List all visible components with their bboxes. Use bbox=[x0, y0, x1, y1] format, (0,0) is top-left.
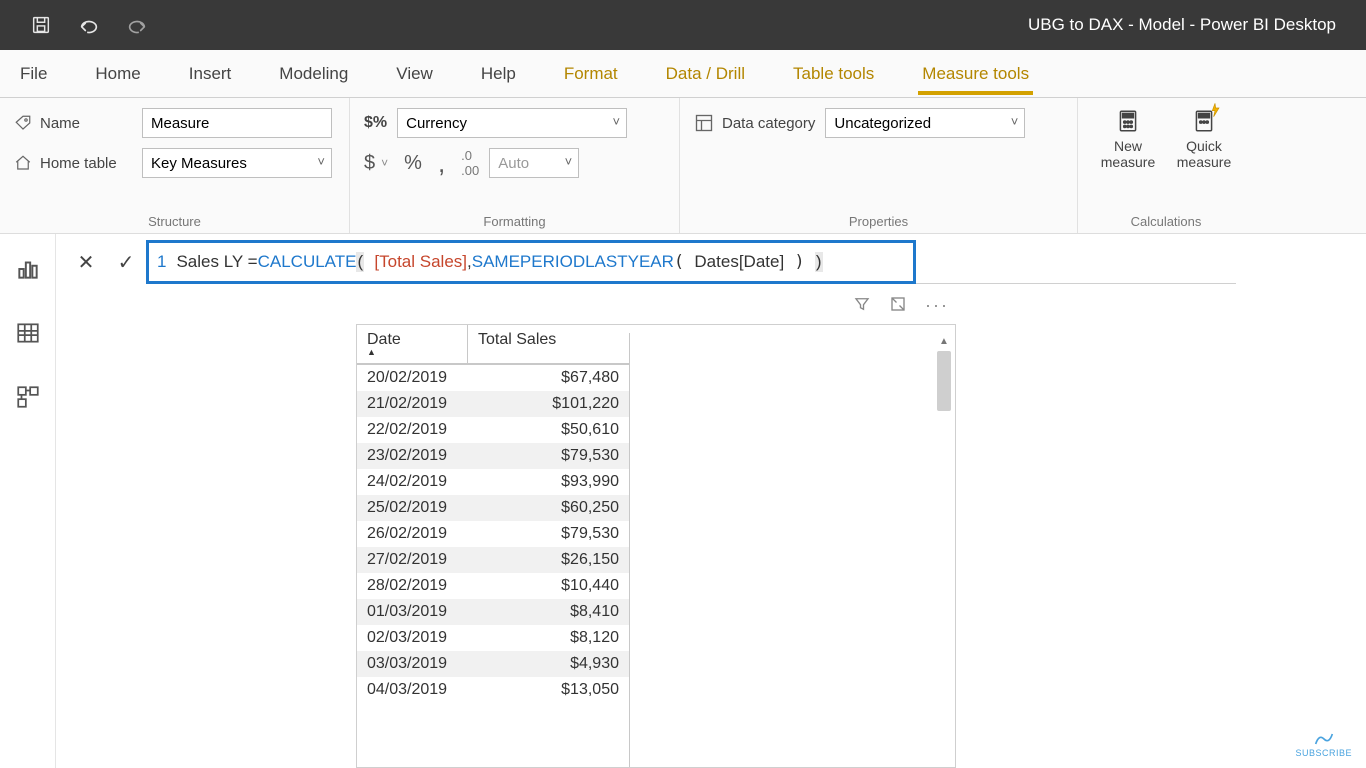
data-table: Date Total Sales 20/02/2019$67,48021/02/… bbox=[357, 325, 955, 703]
cell-date: 20/02/2019 bbox=[357, 365, 467, 391]
cell-total: $79,530 bbox=[467, 443, 629, 469]
cell-date: 25/02/2019 bbox=[357, 495, 467, 521]
cell-date: 01/03/2019 bbox=[357, 599, 467, 625]
thousands-button[interactable]: , bbox=[438, 159, 445, 167]
window-title: UBG to DAX - Model - Power BI Desktop bbox=[148, 15, 1366, 35]
cell-date: 26/02/2019 bbox=[357, 521, 467, 547]
undo-icon[interactable] bbox=[78, 14, 100, 36]
ribbon: Name Home table Key Measures Structure $… bbox=[0, 98, 1366, 234]
tab-help[interactable]: Help bbox=[457, 50, 540, 97]
decimals-select[interactable]: Auto bbox=[489, 148, 579, 178]
ribbon-group-calculations: New measure Quick measure Calculations bbox=[1078, 98, 1254, 233]
focus-mode-icon[interactable] bbox=[889, 295, 907, 316]
scroll-thumb[interactable] bbox=[937, 351, 951, 411]
formula-commit-button[interactable]: ✓ bbox=[106, 240, 146, 284]
cell-total: $93,990 bbox=[467, 469, 629, 495]
data-view-icon[interactable] bbox=[13, 318, 43, 348]
formula-line-number: 1 bbox=[157, 252, 176, 272]
cell-total: $8,410 bbox=[467, 599, 629, 625]
cell-date: 21/02/2019 bbox=[357, 391, 467, 417]
redo-icon[interactable] bbox=[126, 14, 148, 36]
category-icon bbox=[694, 113, 714, 133]
cell-total: $10,440 bbox=[467, 573, 629, 599]
cell-total: $8,120 bbox=[467, 625, 629, 651]
cell-total: $4,930 bbox=[467, 651, 629, 677]
cell-date: 04/03/2019 bbox=[357, 677, 467, 703]
formula-input[interactable]: 1 Sales LY = CALCULATE( [Total Sales], S… bbox=[146, 240, 916, 284]
tab-data-drill[interactable]: Data / Drill bbox=[642, 50, 769, 97]
model-view-icon[interactable] bbox=[13, 382, 43, 412]
more-options-icon[interactable]: ··· bbox=[925, 295, 949, 316]
measure-name-input[interactable] bbox=[142, 108, 332, 138]
data-category-label: Data category bbox=[694, 113, 815, 133]
report-canvas[interactable]: ··· Date Total Sales 20/02/2019$67,48021… bbox=[56, 284, 1366, 768]
tab-modeling[interactable]: Modeling bbox=[255, 50, 372, 97]
cell-total: $13,050 bbox=[467, 677, 629, 703]
decimal-toggle-icon[interactable]: .0.00 bbox=[461, 148, 479, 178]
ribbon-tabs: File Home Insert Modeling View Help Form… bbox=[0, 50, 1366, 98]
tag-icon bbox=[14, 114, 32, 132]
tab-insert[interactable]: Insert bbox=[165, 50, 256, 97]
scroll-up-icon[interactable]: ▲ bbox=[937, 333, 951, 349]
visual-scrollbar[interactable]: ▲ bbox=[937, 333, 951, 761]
format-prefix-icon: $% bbox=[364, 114, 387, 132]
titlebar: UBG to DAX - Model - Power BI Desktop bbox=[0, 0, 1366, 50]
group-caption-structure: Structure bbox=[14, 208, 335, 229]
cell-date: 02/03/2019 bbox=[357, 625, 467, 651]
home-icon bbox=[14, 154, 32, 172]
tab-home[interactable]: Home bbox=[71, 50, 164, 97]
visual-header-toolbar: ··· bbox=[853, 295, 949, 316]
ribbon-group-properties: Data category Uncategorized Properties bbox=[680, 98, 1078, 233]
calculator-icon bbox=[1115, 108, 1141, 134]
view-switcher bbox=[0, 234, 56, 768]
cell-date: 22/02/2019 bbox=[357, 417, 467, 443]
ribbon-group-formatting: $% Currency $ ˅ % , .0.00 Auto Formattin… bbox=[350, 98, 680, 233]
cell-total: $67,480 bbox=[467, 365, 629, 391]
tab-format[interactable]: Format bbox=[540, 50, 642, 97]
cell-date: 24/02/2019 bbox=[357, 469, 467, 495]
tab-measure-tools[interactable]: Measure tools bbox=[898, 50, 1053, 97]
filter-icon[interactable] bbox=[853, 295, 871, 316]
cell-date: 27/02/2019 bbox=[357, 547, 467, 573]
cell-date: 03/03/2019 bbox=[357, 651, 467, 677]
group-caption-calculations: Calculations bbox=[1092, 208, 1240, 229]
name-label: Name bbox=[14, 114, 132, 132]
cell-total: $60,250 bbox=[467, 495, 629, 521]
table-visual[interactable]: ··· Date Total Sales 20/02/2019$67,48021… bbox=[356, 324, 956, 768]
column-header-date[interactable]: Date bbox=[357, 325, 467, 365]
formula-bar: ✕ ✓ 1 Sales LY = CALCULATE( [Total Sales… bbox=[66, 240, 1356, 284]
percent-button[interactable]: % bbox=[404, 152, 422, 175]
quick-measure-icon bbox=[1191, 108, 1217, 134]
format-select[interactable]: Currency bbox=[397, 108, 627, 138]
formula-cancel-button[interactable]: ✕ bbox=[66, 240, 106, 284]
new-measure-button[interactable]: New measure bbox=[1092, 108, 1164, 170]
report-view-icon[interactable] bbox=[13, 254, 43, 284]
column-header-total-sales[interactable]: Total Sales bbox=[467, 325, 629, 365]
cell-total: $79,530 bbox=[467, 521, 629, 547]
cell-total: $26,150 bbox=[467, 547, 629, 573]
home-table-label: Home table bbox=[14, 154, 132, 172]
cell-total: $101,220 bbox=[467, 391, 629, 417]
ribbon-group-structure: Name Home table Key Measures Structure bbox=[0, 98, 350, 233]
quick-measure-button[interactable]: Quick measure bbox=[1168, 108, 1240, 170]
cell-date: 28/02/2019 bbox=[357, 573, 467, 599]
data-category-select[interactable]: Uncategorized bbox=[825, 108, 1025, 138]
home-table-select[interactable]: Key Measures bbox=[142, 148, 332, 178]
tab-file[interactable]: File bbox=[0, 50, 71, 97]
group-caption-formatting: Formatting bbox=[364, 208, 665, 229]
cell-total: $50,610 bbox=[467, 417, 629, 443]
group-caption-properties: Properties bbox=[694, 208, 1063, 229]
currency-dropdown-icon[interactable]: ˅ bbox=[381, 156, 388, 170]
cell-date: 23/02/2019 bbox=[357, 443, 467, 469]
subscribe-badge: SUBSCRIBE bbox=[1295, 732, 1352, 758]
tab-view[interactable]: View bbox=[372, 50, 457, 97]
currency-symbol-button[interactable]: $ bbox=[364, 152, 375, 175]
tab-table-tools[interactable]: Table tools bbox=[769, 50, 898, 97]
save-icon[interactable] bbox=[30, 14, 52, 36]
